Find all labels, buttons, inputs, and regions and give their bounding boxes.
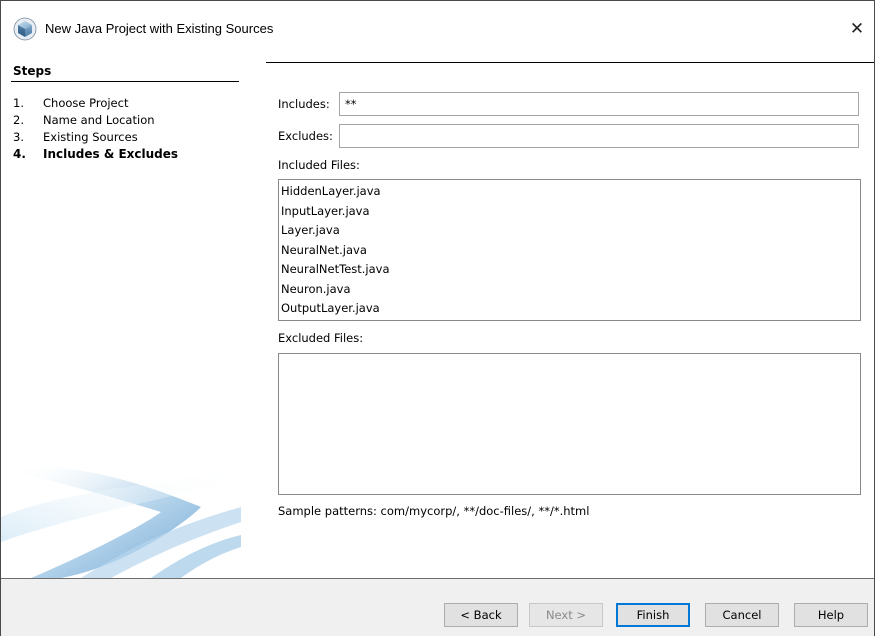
step-label: Includes & Excludes	[43, 147, 179, 161]
excludes-label: Excludes:	[278, 129, 333, 143]
window-title: New Java Project with Existing Sources	[45, 21, 274, 36]
included-files-label: Included Files:	[278, 158, 360, 172]
close-icon: ✕	[849, 19, 865, 39]
step-item-includes-excludes: 4. Includes & Excludes	[13, 147, 178, 164]
step-number: 4.	[13, 147, 26, 161]
steps-list: 1. Choose Project 2. Name and Location 3. E…	[13, 96, 178, 164]
list-item[interactable]: Layer.java	[281, 221, 860, 241]
list-item[interactable]: NeuralNet.java	[281, 241, 860, 261]
step-number: 2.	[13, 113, 24, 127]
next-button[interactable]: Next >	[529, 603, 603, 627]
title-bar: New Java Project with Existing Sources ✕	[1, 1, 874, 59]
includes-label: Includes:	[278, 97, 330, 111]
step-label: Choose Project	[43, 96, 129, 110]
step-label: Existing Sources	[43, 130, 138, 144]
list-item[interactable]: InputLayer.java	[281, 202, 860, 222]
content-divider	[266, 62, 874, 63]
excluded-files-list[interactable]	[278, 353, 861, 495]
step-item-name-and-location: 2. Name and Location	[13, 113, 178, 130]
list-item[interactable]: OutputLayer.java	[281, 299, 860, 319]
finish-button[interactable]: Finish	[616, 603, 690, 627]
back-button[interactable]: < Back	[444, 603, 518, 627]
steps-divider	[11, 81, 239, 82]
close-button[interactable]: ✕	[840, 15, 874, 43]
list-item[interactable]: Neuron.java	[281, 280, 860, 300]
dialog-window: New Java Project with Existing Sources ✕…	[0, 0, 875, 636]
includes-input[interactable]	[339, 92, 859, 116]
step-number: 3.	[13, 130, 24, 144]
excluded-files-label: Excluded Files:	[278, 331, 364, 345]
list-item[interactable]: NeuralNetTest.java	[281, 260, 860, 280]
sample-patterns-hint: Sample patterns: com/mycorp/, **/doc-fil…	[278, 504, 590, 518]
java-project-cube-icon	[13, 17, 37, 41]
help-button[interactable]: Help	[794, 603, 868, 627]
included-files-list[interactable]: HiddenLayer.java InputLayer.java Layer.j…	[278, 179, 861, 321]
step-label: Name and Location	[43, 113, 155, 127]
step-item-existing-sources: 3. Existing Sources	[13, 130, 178, 147]
button-bar: < Back Next > Finish Cancel Help	[1, 578, 874, 636]
step-item-choose-project: 1. Choose Project	[13, 96, 178, 113]
steps-title: Steps	[13, 64, 52, 78]
steps-panel: Steps 1. Choose Project 2. Name and Locati…	[1, 59, 251, 578]
list-item[interactable]: HiddenLayer.java	[281, 182, 860, 202]
excludes-input[interactable]	[339, 124, 859, 148]
step-number: 1.	[13, 96, 24, 110]
cancel-button[interactable]: Cancel	[705, 603, 779, 627]
decorative-swoosh-graphic	[1, 467, 241, 578]
